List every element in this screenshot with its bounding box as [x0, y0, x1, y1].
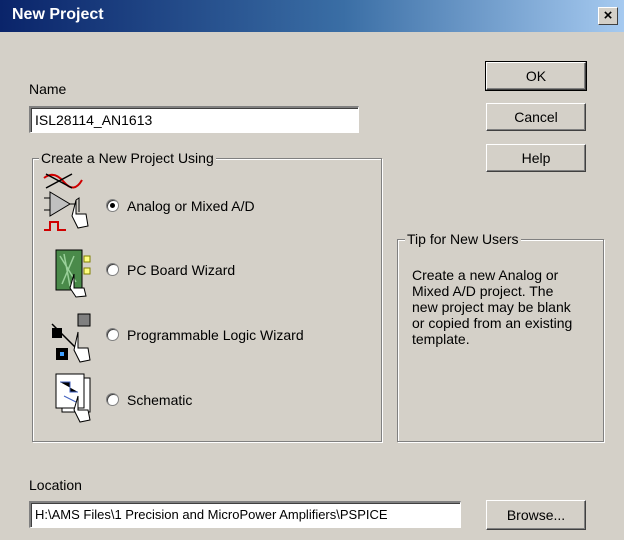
option-schematic-label[interactable]: Schematic — [127, 392, 192, 408]
location-input[interactable]: H:\AMS Files\1 Precision and MicroPower … — [29, 501, 461, 528]
close-icon: × — [603, 7, 613, 24]
project-type-group-title: Create a New Project Using — [39, 150, 216, 166]
tip-text: Create a new Analog or Mixed A/D project… — [412, 267, 597, 347]
tip-group-title: Tip for New Users — [405, 231, 521, 247]
tip-line: template. — [412, 331, 470, 347]
close-button[interactable]: × — [598, 7, 618, 25]
tip-line: new project may be blank — [412, 299, 571, 315]
new-project-dialog: New Project × Name ISL28114_AN1613 OK Ca… — [0, 0, 624, 540]
location-label: Location — [29, 477, 82, 493]
analog-circuit-icon — [43, 173, 89, 231]
radio-analog-mixed[interactable] — [106, 199, 119, 212]
tip-line: or copied from an existing — [412, 315, 573, 331]
help-button[interactable]: Help — [486, 144, 586, 172]
radio-selected-dot — [110, 203, 115, 208]
pcb-board-icon — [55, 249, 91, 298]
option-analog-mixed-label[interactable]: Analog or Mixed A/D — [127, 198, 255, 214]
radio-pc-board[interactable] — [106, 263, 119, 276]
browse-button[interactable]: Browse... — [486, 500, 586, 530]
schematic-icon — [55, 373, 91, 423]
radio-programmable-logic[interactable] — [106, 328, 119, 341]
radio-schematic[interactable] — [106, 393, 119, 406]
programmable-logic-icon — [51, 313, 91, 363]
name-input[interactable]: ISL28114_AN1613 — [29, 106, 359, 133]
name-label: Name — [29, 81, 67, 97]
title-bar[interactable]: New Project × — [0, 0, 624, 32]
tip-line: Create a new Analog or — [412, 267, 559, 283]
window-title: New Project — [12, 6, 104, 23]
option-programmable-logic-label[interactable]: Programmable Logic Wizard — [127, 327, 304, 343]
tip-line: Mixed A/D project. The — [412, 283, 554, 299]
option-pc-board-label[interactable]: PC Board Wizard — [127, 262, 235, 278]
ok-button[interactable]: OK — [485, 61, 587, 91]
cancel-button[interactable]: Cancel — [486, 103, 586, 131]
